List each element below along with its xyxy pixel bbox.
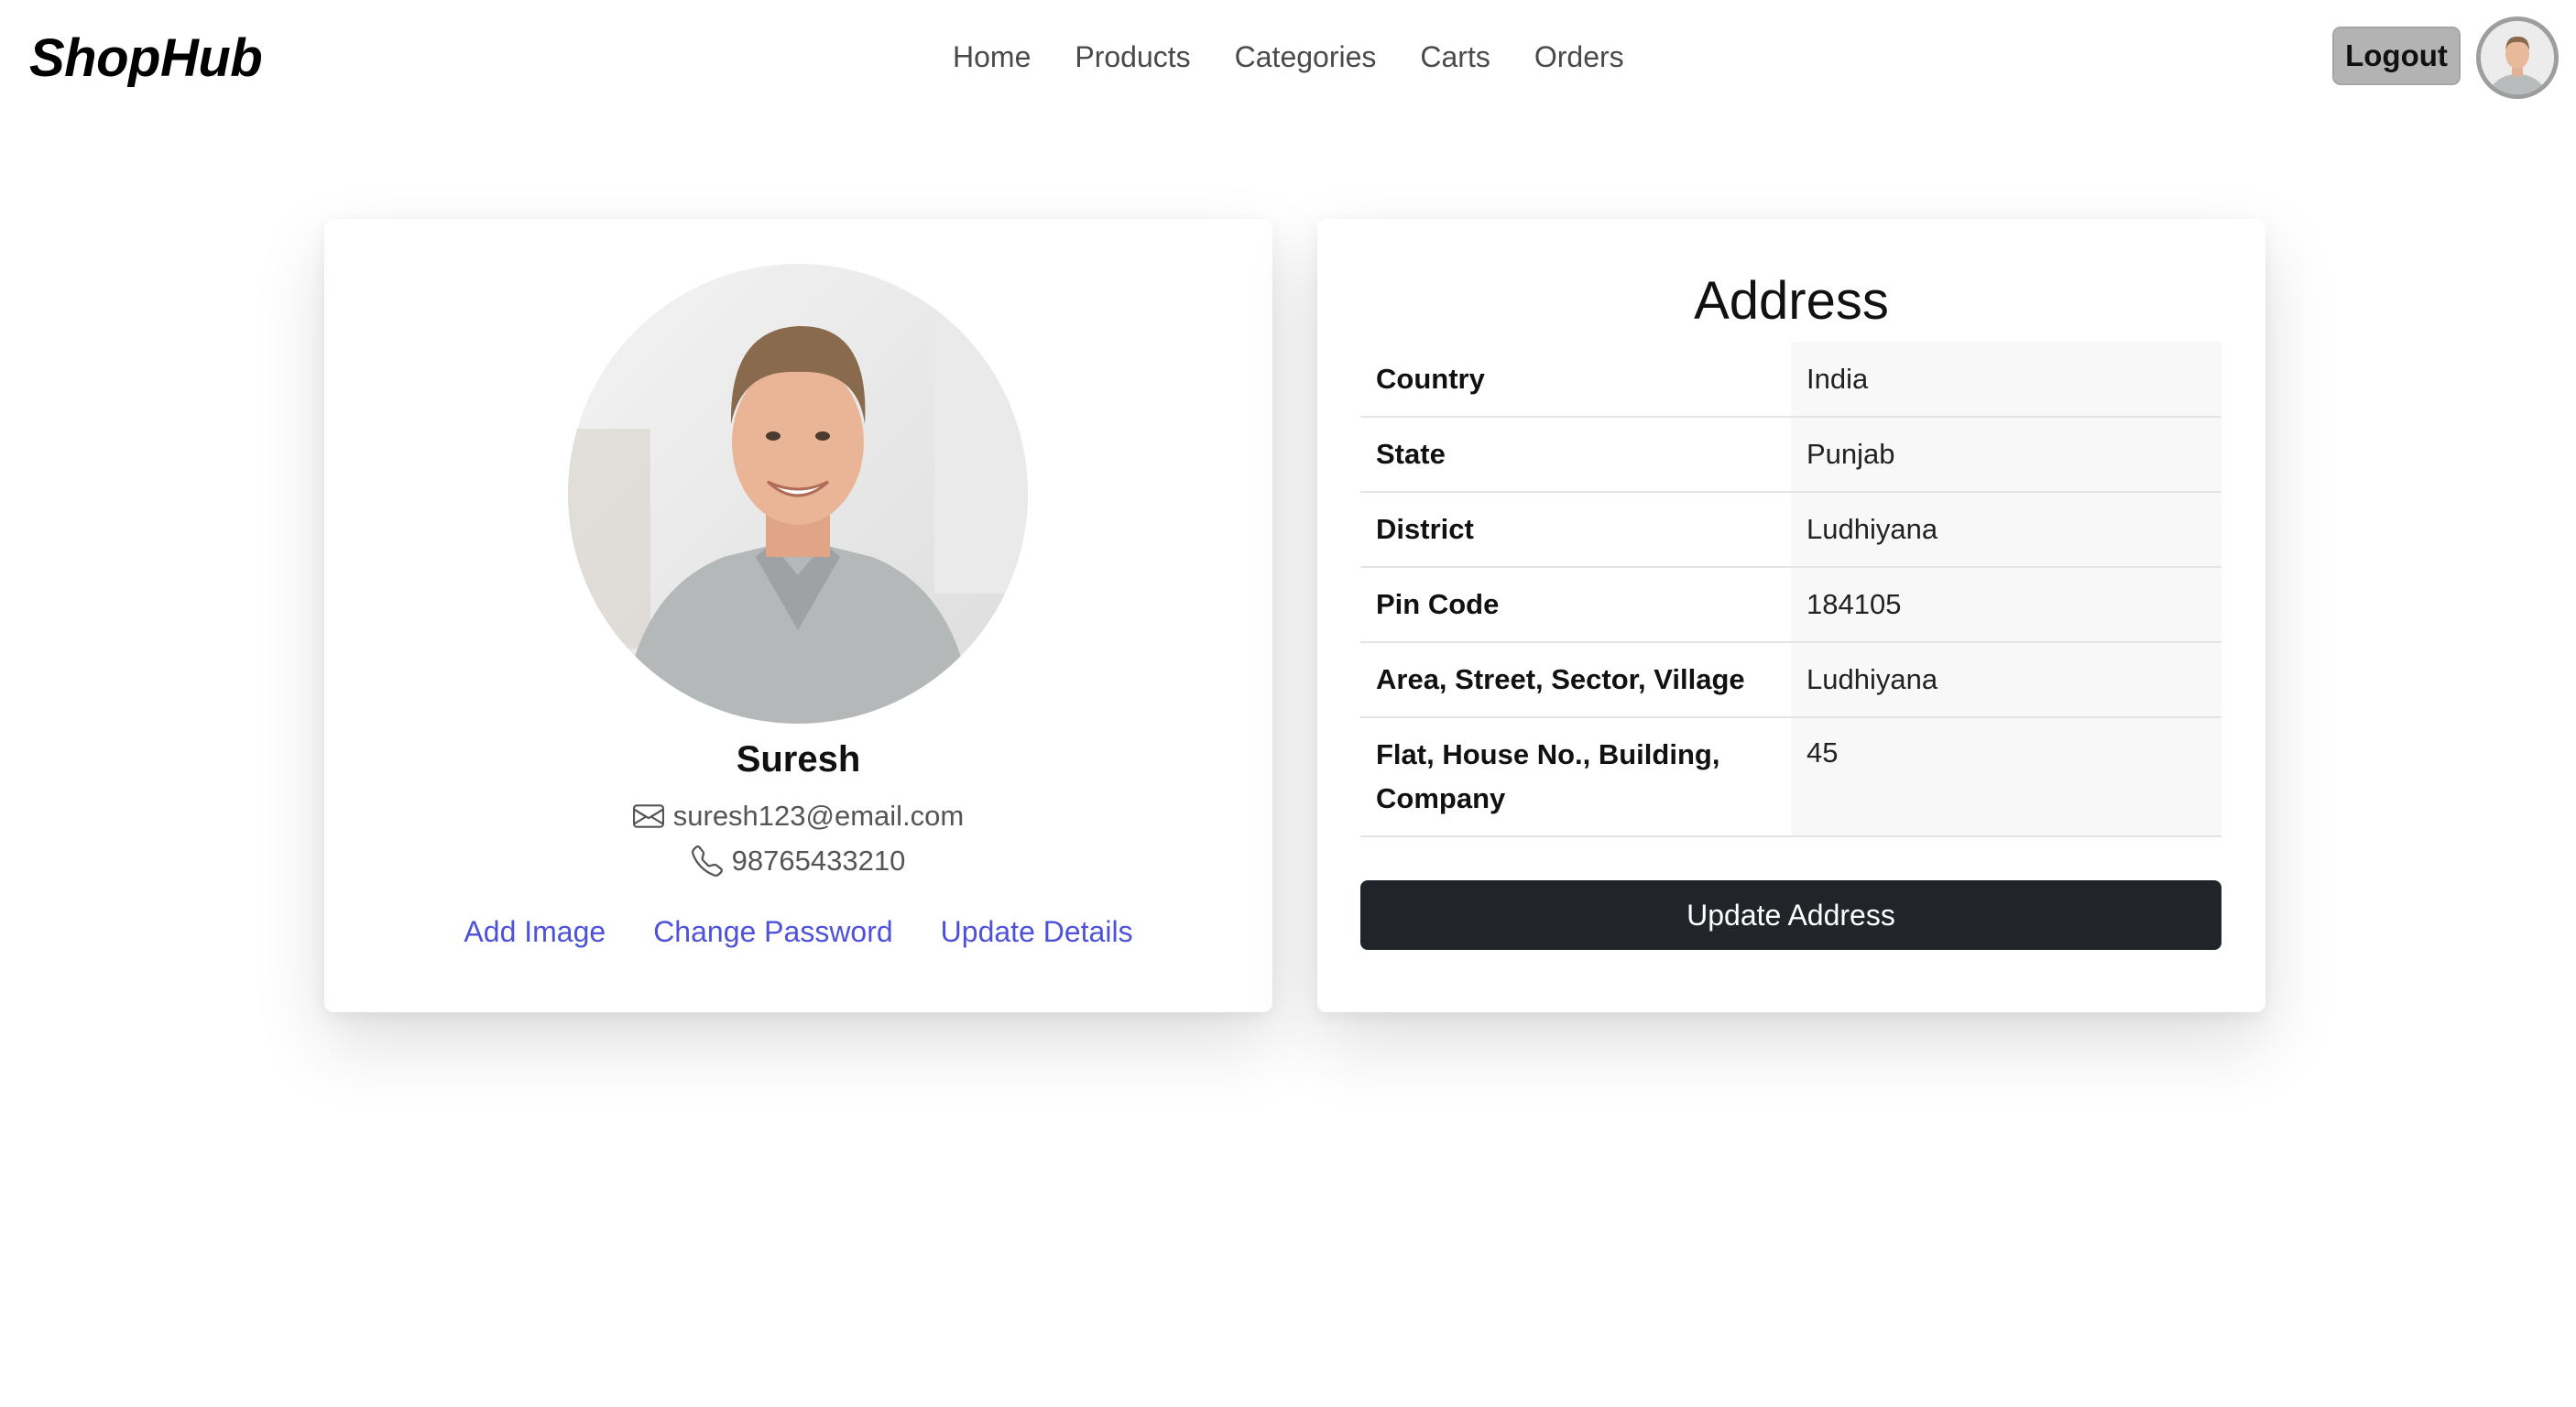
nav-link-carts[interactable]: Carts [1420,37,1490,77]
profile-card: Suresh suresh123@email.com 98765433210 A… [324,219,1272,1012]
address-value: Punjab [1791,417,2221,493]
nav-link-products[interactable]: Products [1075,37,1190,77]
avatar-photo [2481,21,2554,94]
address-value: 45 [1791,717,2221,837]
nav-link-categories[interactable]: Categories [1235,37,1377,77]
envelope-icon [632,801,664,832]
phone-row: 98765433210 [324,845,1272,878]
address-title: Address [1694,271,1889,331]
address-label: Pin Code [1360,567,1791,643]
user-email: suresh123@email.com [672,800,965,832]
profile-photo [568,264,1028,724]
address-card: Address Country India State Punjab Distr… [1317,219,2265,1012]
user-avatar[interactable] [2476,16,2559,99]
address-value: Ludhiyana [1791,642,2221,718]
table-row: Pin Code 184105 [1360,567,2221,643]
address-value: 184105 [1791,567,2221,643]
email-row: suresh123@email.com [324,800,1272,833]
add-image-link[interactable]: Add Image [464,915,606,949]
update-address-button[interactable]: Update Address [1360,880,2221,950]
change-password-link[interactable]: Change Password [653,915,892,949]
navbar: ShopHub Home Products Categories Carts O… [0,0,2576,115]
profile-actions: Add Image Change Password Update Details [324,915,1272,949]
nav-link-orders[interactable]: Orders [1534,37,1624,77]
brand-logo[interactable]: ShopHub [29,27,263,89]
profile-photo-image [568,264,1028,724]
address-table: Country India State Punjab District Ludh… [1360,342,2221,837]
address-label: Country [1360,342,1791,418]
address-label: District [1360,492,1791,568]
address-label: Flat, House No., Building, Company [1360,717,1791,837]
table-row: State Punjab [1360,417,2221,493]
table-row: Country India [1360,342,2221,418]
phone-icon [691,845,723,877]
main-nav: Home Products Categories Carts Orders [953,37,1624,77]
table-row: Area, Street, Sector, Village Ludhiyana [1360,642,2221,718]
user-name: Suresh [736,739,861,780]
address-value: India [1791,342,2221,418]
table-row: Flat, House No., Building, Company 45 [1360,717,2221,837]
address-value: Ludhiyana [1791,492,2221,568]
table-row: District Ludhiyana [1360,492,2221,568]
update-details-link[interactable]: Update Details [941,915,1133,949]
nav-link-home[interactable]: Home [953,37,1031,77]
address-label: Area, Street, Sector, Village [1360,642,1791,718]
logout-button[interactable]: Logout [2332,27,2461,85]
user-phone: 98765433210 [731,845,906,877]
address-label: State [1360,417,1791,493]
